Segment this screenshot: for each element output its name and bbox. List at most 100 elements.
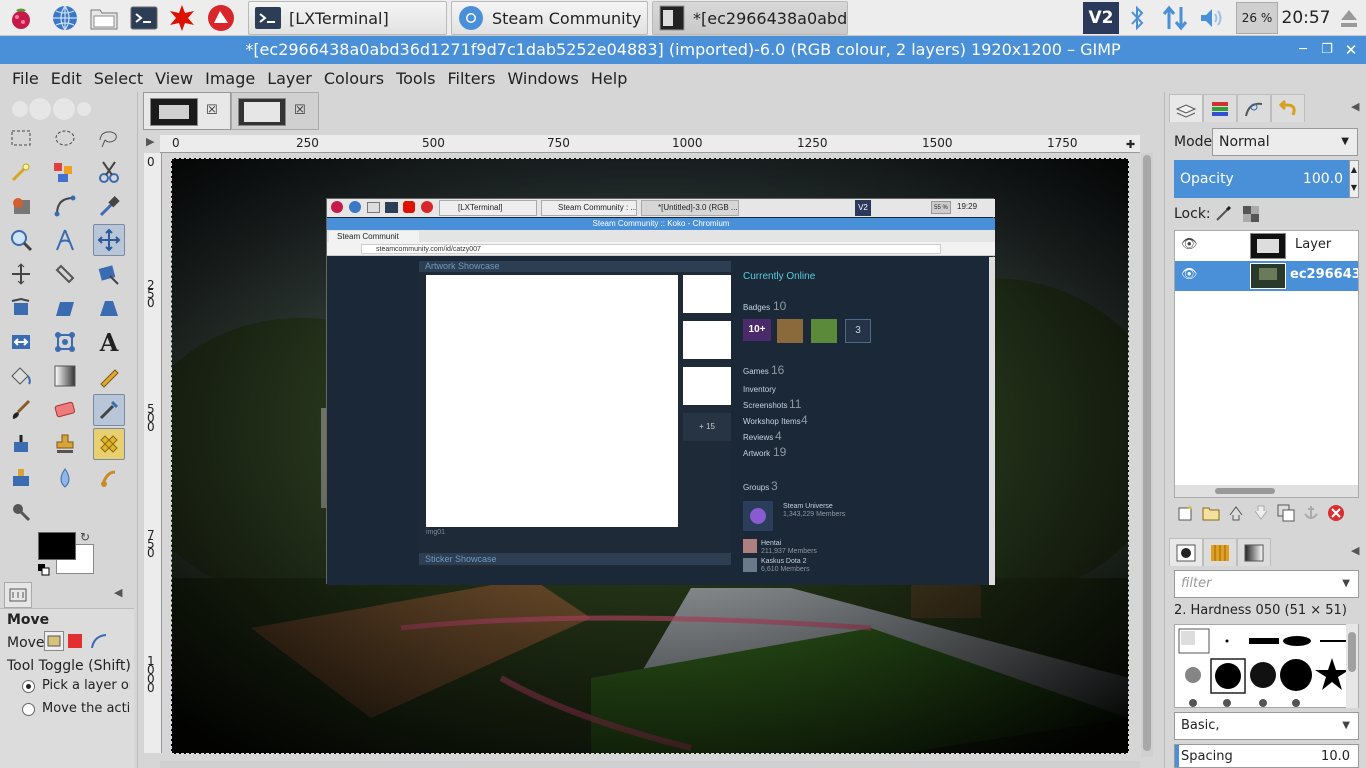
- bucket-fill-tool[interactable]: [5, 360, 37, 392]
- smudge-tool[interactable]: [93, 462, 125, 494]
- move-selection-icon[interactable]: [68, 634, 82, 648]
- shear-tool[interactable]: [49, 292, 81, 324]
- patterns-tab-icon[interactable]: [1203, 538, 1237, 566]
- maximize-button[interactable]: ❐: [1314, 36, 1340, 64]
- clock[interactable]: 20:57: [1282, 2, 1331, 34]
- new-layer-icon[interactable]: [1177, 504, 1197, 524]
- paths-tab-icon[interactable]: [1237, 94, 1271, 122]
- brush-filter-input[interactable]: filter ▼: [1174, 570, 1359, 598]
- perspective-clone-tool[interactable]: [5, 462, 37, 494]
- pencil-tool[interactable]: [93, 360, 125, 392]
- brushes-tab-icon[interactable]: [1169, 538, 1203, 566]
- text-tool[interactable]: A: [93, 326, 125, 358]
- terminal-icon[interactable]: [129, 3, 159, 33]
- brush-grid[interactable]: [1174, 624, 1359, 708]
- rect-select-tool[interactable]: [5, 122, 37, 154]
- panel-menu-icon[interactable]: ◀: [1351, 544, 1359, 557]
- paths-tool[interactable]: [49, 190, 81, 222]
- channels-tab-icon[interactable]: [1203, 94, 1237, 122]
- layer-row[interactable]: 👁 Layer: [1175, 231, 1358, 261]
- close-tab-icon[interactable]: ☒: [294, 103, 306, 118]
- move-active-radio[interactable]: [22, 703, 35, 716]
- airbrush-tool[interactable]: [93, 394, 125, 426]
- lock-alpha-icon[interactable]: [1243, 206, 1259, 222]
- vertical-scrollbar[interactable]: [1141, 153, 1153, 757]
- anchor-layer-icon[interactable]: [1302, 504, 1322, 524]
- blend-tool[interactable]: [49, 360, 81, 392]
- layers-tab-icon[interactable]: [1169, 94, 1203, 122]
- task-gimp[interactable]: *[ec2966438a0abd3...: [652, 1, 848, 35]
- gradients-tab-icon[interactable]: [1237, 538, 1271, 566]
- lower-layer-icon[interactable]: [1252, 504, 1272, 524]
- panel-menu-icon[interactable]: ◀: [1351, 100, 1359, 113]
- pick-layer-radio[interactable]: [22, 680, 35, 693]
- mathematica-icon[interactable]: [206, 3, 236, 33]
- undo-history-tab-icon[interactable]: [1271, 94, 1305, 122]
- layer-row-selected[interactable]: 👁 ec2966438a: [1175, 261, 1358, 291]
- task-lxterminal[interactable]: [LXTerminal]: [248, 1, 447, 35]
- menu-filters[interactable]: Filters: [441, 69, 501, 88]
- menu-image[interactable]: Image: [199, 69, 261, 88]
- new-layer-group-icon[interactable]: [1202, 504, 1222, 524]
- swap-colors-icon[interactable]: ↻: [80, 530, 94, 544]
- heal-tool[interactable]: [93, 428, 125, 460]
- menu-windows[interactable]: Windows: [501, 69, 584, 88]
- clone-tool[interactable]: [49, 428, 81, 460]
- dodge-burn-tool[interactable]: [5, 496, 37, 528]
- rotate-tool[interactable]: [5, 292, 37, 324]
- ink-tool[interactable]: [5, 428, 37, 460]
- fuzzy-select-tool[interactable]: [5, 156, 37, 188]
- network-icon[interactable]: [1158, 2, 1192, 34]
- panel-menu-icon[interactable]: ◀: [114, 586, 122, 599]
- menu-view[interactable]: View: [149, 69, 199, 88]
- vnc-icon[interactable]: V2: [1083, 2, 1119, 34]
- menu-colours[interactable]: Colours: [318, 69, 390, 88]
- horizontal-scrollbar[interactable]: [160, 761, 1140, 768]
- perspective-tool[interactable]: [93, 292, 125, 324]
- file-manager-icon[interactable]: [89, 3, 119, 33]
- close-button[interactable]: ✕: [1338, 36, 1364, 64]
- brush-scrollbar[interactable]: [1346, 624, 1358, 708]
- menu-tools[interactable]: Tools: [390, 69, 441, 88]
- foreground-color-swatch[interactable]: [38, 532, 76, 560]
- eraser-tool[interactable]: [49, 394, 81, 426]
- duplicate-layer-icon[interactable]: [1277, 504, 1297, 524]
- align-tool[interactable]: [5, 258, 37, 290]
- menu-edit[interactable]: Edit: [45, 69, 88, 88]
- flip-tool[interactable]: [5, 326, 37, 358]
- brush-tag-input[interactable]: Basic, ▼: [1174, 712, 1359, 740]
- horizontal-ruler[interactable]: 0 250 500 750 1000 1250 1500 1750: [160, 135, 1140, 153]
- zoom-tool[interactable]: [5, 224, 37, 256]
- image-tab-active[interactable]: ☒: [143, 92, 231, 130]
- eye-icon[interactable]: 👁: [1181, 267, 1198, 282]
- blur-tool[interactable]: [49, 462, 81, 494]
- foreground-select-tool[interactable]: [5, 190, 37, 222]
- navigate-icon[interactable]: ✚: [1126, 138, 1135, 151]
- web-browser-icon[interactable]: [50, 3, 80, 33]
- task-steam-community[interactable]: Steam Community - ...: [451, 1, 648, 35]
- raise-layer-icon[interactable]: [1227, 504, 1247, 524]
- paintbrush-tool[interactable]: [5, 394, 37, 426]
- eye-icon[interactable]: 👁: [1181, 237, 1198, 252]
- image-tab-2[interactable]: ☒: [231, 92, 319, 130]
- raspberry-menu-icon[interactable]: [6, 3, 36, 33]
- layers-h-scrollbar[interactable]: [1175, 485, 1358, 497]
- scissors-select-tool[interactable]: [93, 156, 125, 188]
- image-canvas[interactable]: [LXTerminal] Steam Community : ... *[Unt…: [171, 158, 1129, 754]
- lock-pixels-icon[interactable]: [1215, 205, 1232, 222]
- menu-file[interactable]: File: [6, 69, 45, 88]
- move-path-icon[interactable]: [90, 632, 108, 650]
- delete-layer-icon[interactable]: [1327, 504, 1347, 524]
- vertical-ruler[interactable]: 0 250 500 750 1000: [144, 153, 162, 753]
- unified-transform-tool[interactable]: [93, 258, 125, 290]
- cage-transform-tool[interactable]: [49, 326, 81, 358]
- menu-layer[interactable]: Layer: [261, 69, 318, 88]
- minimize-button[interactable]: ─: [1290, 36, 1316, 64]
- opacity-slider[interactable]: Opacity 100.0: [1174, 160, 1349, 198]
- spacing-slider[interactable]: Spacing 10.0: [1174, 744, 1359, 768]
- select-by-color-tool[interactable]: [49, 156, 81, 188]
- free-select-tool[interactable]: [93, 122, 125, 154]
- wolfram-icon[interactable]: [167, 3, 197, 33]
- menu-help[interactable]: Help: [585, 69, 633, 88]
- mode-dropdown[interactable]: Normal ▼: [1212, 128, 1358, 156]
